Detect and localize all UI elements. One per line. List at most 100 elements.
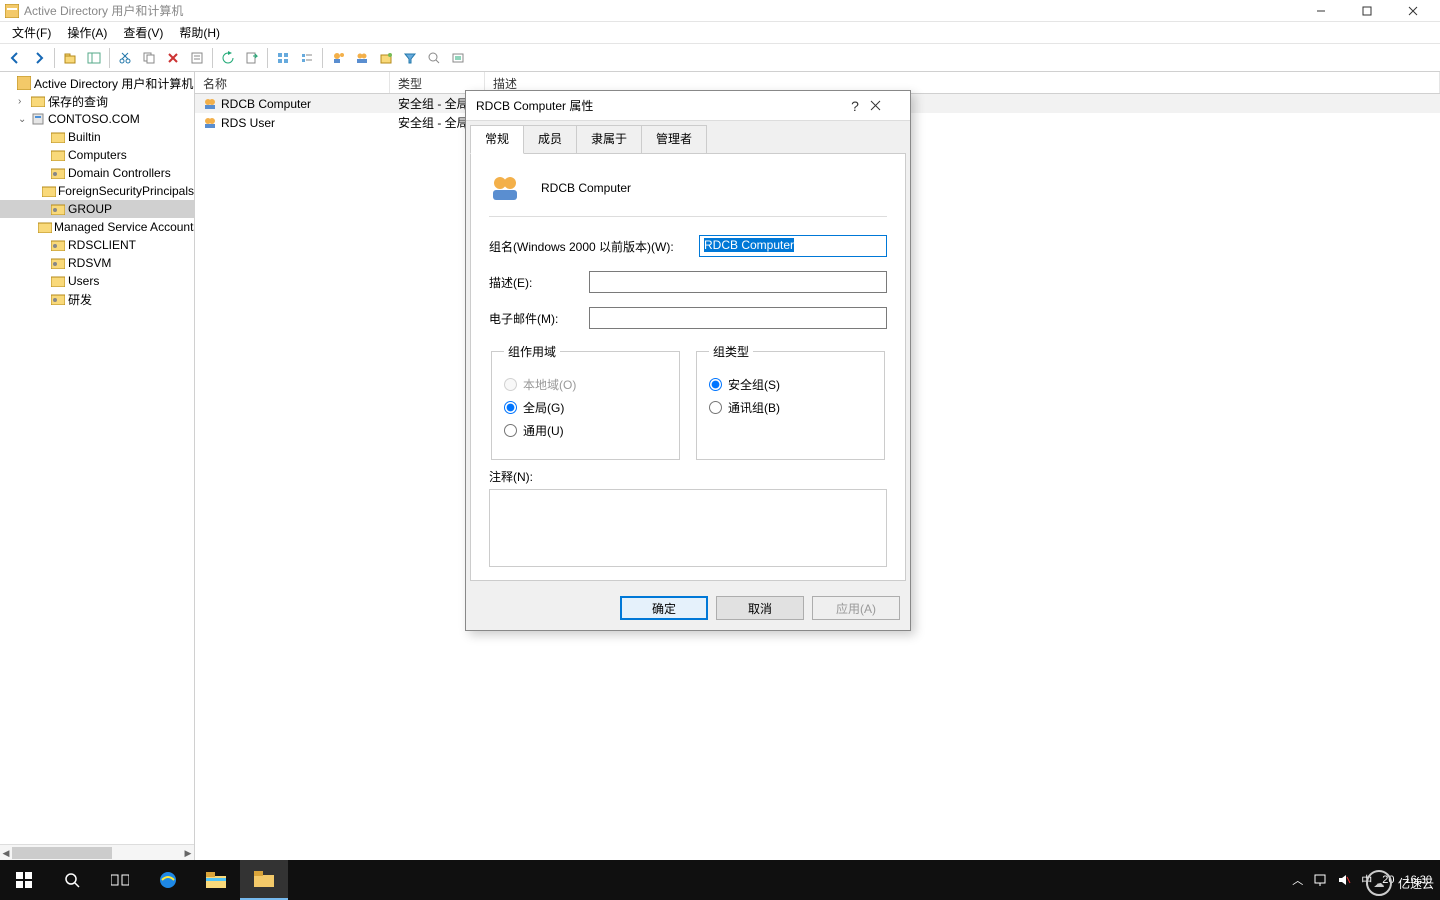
group-display-name: RDCB Computer <box>541 181 631 195</box>
taskbar-explorer-icon[interactable] <box>192 860 240 900</box>
window-maximize-button[interactable] <box>1344 0 1390 22</box>
apply-button: 应用(A) <box>812 596 900 620</box>
toolbar-list-view-button[interactable] <box>296 47 318 69</box>
label-description: 描述(E): <box>489 274 589 291</box>
tree-pane: Active Directory 用户和计算机 › 保存的查询 ⌄ CONTOS… <box>0 72 195 860</box>
task-view-button[interactable] <box>96 860 144 900</box>
toolbar-filter-button[interactable] <box>399 47 421 69</box>
toolbar-new-user-button[interactable] <box>327 47 349 69</box>
ou-icon <box>50 239 66 251</box>
ou-icon <box>50 203 66 215</box>
tree-root[interactable]: Active Directory 用户和计算机 <box>0 74 194 92</box>
toolbar-cut-button[interactable] <box>114 47 136 69</box>
fieldset-type: 组类型 安全组(S) 通讯组(B) <box>696 343 885 460</box>
label-notes: 注释(N): <box>489 468 887 485</box>
dialog-button-row: 确定 取消 应用(A) <box>466 586 910 630</box>
fieldset-scope-legend: 组作用域 <box>504 343 560 360</box>
menu-bar: 文件(F) 操作(A) 查看(V) 帮助(H) <box>0 22 1440 44</box>
column-header-name[interactable]: 名称 <box>195 72 390 93</box>
toolbar-pane-button[interactable] <box>83 47 105 69</box>
radio-scope-global[interactable]: 全局(G) <box>504 399 667 416</box>
tree-node-computers[interactable]: Computers <box>0 146 194 164</box>
tab-member-of[interactable]: 隶属于 <box>576 125 642 154</box>
tree-node-users[interactable]: Users <box>0 272 194 290</box>
toolbar-refresh-button[interactable] <box>217 47 239 69</box>
folder-icon <box>50 149 66 161</box>
tree-node-builtin[interactable]: Builtin <box>0 128 194 146</box>
folder-icon <box>38 221 52 233</box>
input-groupname[interactable]: RDCB Computer <box>699 235 887 257</box>
radio-type-security[interactable]: 安全组(S) <box>709 376 872 393</box>
radio-type-distribution[interactable]: 通讯组(B) <box>709 399 872 416</box>
folder-icon <box>42 185 56 197</box>
window-title: Active Directory 用户和计算机 <box>24 2 183 19</box>
ou-icon <box>50 257 66 269</box>
tree-node-rdsvm[interactable]: RDSVM <box>0 254 194 272</box>
tab-managed-by[interactable]: 管理者 <box>641 125 707 154</box>
tree-domain-label: CONTOSO.COM <box>48 112 140 126</box>
toolbar-up-button[interactable] <box>59 47 81 69</box>
tray-chevron-up-icon[interactable]: ︿ <box>1292 872 1303 888</box>
tree-domain[interactable]: ⌄ CONTOSO.COM <box>0 110 194 128</box>
input-email[interactable] <box>589 307 887 329</box>
menu-file[interactable]: 文件(F) <box>4 22 59 43</box>
window-titlebar: Active Directory 用户和计算机 <box>0 0 1440 22</box>
folder-icon <box>50 275 66 287</box>
group-icon <box>203 97 217 111</box>
toolbar-new-ou-button[interactable] <box>375 47 397 69</box>
tray-network-icon[interactable] <box>1313 873 1327 887</box>
tree-node-domain-controllers[interactable]: Domain Controllers <box>0 164 194 182</box>
tree-node-yanfa[interactable]: 研发 <box>0 290 194 308</box>
toolbar-properties-button[interactable] <box>186 47 208 69</box>
search-button[interactable] <box>48 860 96 900</box>
toolbar-export-button[interactable] <box>241 47 263 69</box>
tree-node-rdsclient[interactable]: RDSCLIENT <box>0 236 194 254</box>
dialog-help-button[interactable]: ? <box>840 98 870 114</box>
toolbar-forward-button[interactable] <box>28 47 50 69</box>
taskbar-aduc-icon[interactable] <box>240 860 288 900</box>
folder-icon <box>30 95 46 107</box>
input-description[interactable] <box>589 271 887 293</box>
radio-scope-universal[interactable]: 通用(U) <box>504 422 667 439</box>
tree-node-fsp[interactable]: ForeignSecurityPrincipals <box>0 182 194 200</box>
tree-node-group[interactable]: GROUP <box>0 200 194 218</box>
tab-general[interactable]: 常规 <box>470 125 524 154</box>
tree-node-msa[interactable]: Managed Service Accounts <box>0 218 194 236</box>
tree-root-label: Active Directory 用户和计算机 <box>34 75 193 92</box>
dialog-titlebar[interactable]: RDCB Computer 属性 ? <box>466 91 910 121</box>
tab-members[interactable]: 成员 <box>523 125 577 154</box>
toolbar-copy-button[interactable] <box>138 47 160 69</box>
input-notes[interactable] <box>489 489 887 567</box>
ou-icon <box>50 293 66 305</box>
menu-action[interactable]: 操作(A) <box>59 22 115 43</box>
taskbar-ie-icon[interactable] <box>144 860 192 900</box>
ok-button[interactable]: 确定 <box>620 596 708 620</box>
toolbar-new-group-button[interactable] <box>351 47 373 69</box>
window-minimize-button[interactable] <box>1298 0 1344 22</box>
toolbar-icon-view-button[interactable] <box>272 47 294 69</box>
tab-panel-general: RDCB Computer 组名(Windows 2000 以前版本)(W): … <box>470 153 906 581</box>
radio-scope-local: 本地域(O) <box>504 376 667 393</box>
tree-saved-queries[interactable]: › 保存的查询 <box>0 92 194 110</box>
toolbar-delete-button[interactable] <box>162 47 184 69</box>
taskbar[interactable]: ︿ 中 20 16:30 <box>0 860 1440 900</box>
tray-volume-icon[interactable] <box>1337 873 1351 887</box>
fieldset-scope: 组作用域 本地域(O) 全局(G) 通用(U) <box>491 343 680 460</box>
toolbar-back-button[interactable] <box>4 47 26 69</box>
toolbar-find-button[interactable] <box>423 47 445 69</box>
window-close-button[interactable] <box>1390 0 1436 22</box>
tree-horizontal-scrollbar[interactable]: ◀▶ <box>0 844 194 860</box>
menu-view[interactable]: 查看(V) <box>115 22 171 43</box>
domain-icon <box>30 112 46 126</box>
menu-help[interactable]: 帮助(H) <box>171 22 228 43</box>
label-groupname: 组名(Windows 2000 以前版本)(W): <box>489 238 699 255</box>
dialog-close-button[interactable] <box>870 100 900 111</box>
watermark-cloud-icon: ☁ <box>1366 870 1392 896</box>
cancel-button[interactable]: 取消 <box>716 596 804 620</box>
toolbar-more-button[interactable] <box>447 47 469 69</box>
group-big-icon <box>489 172 521 204</box>
properties-dialog: RDCB Computer 属性 ? 常规 成员 隶属于 管理者 RDCB Co… <box>465 90 911 631</box>
start-button[interactable] <box>0 860 48 900</box>
group-icon <box>203 116 217 130</box>
tree-view[interactable]: Active Directory 用户和计算机 › 保存的查询 ⌄ CONTOS… <box>0 72 194 844</box>
